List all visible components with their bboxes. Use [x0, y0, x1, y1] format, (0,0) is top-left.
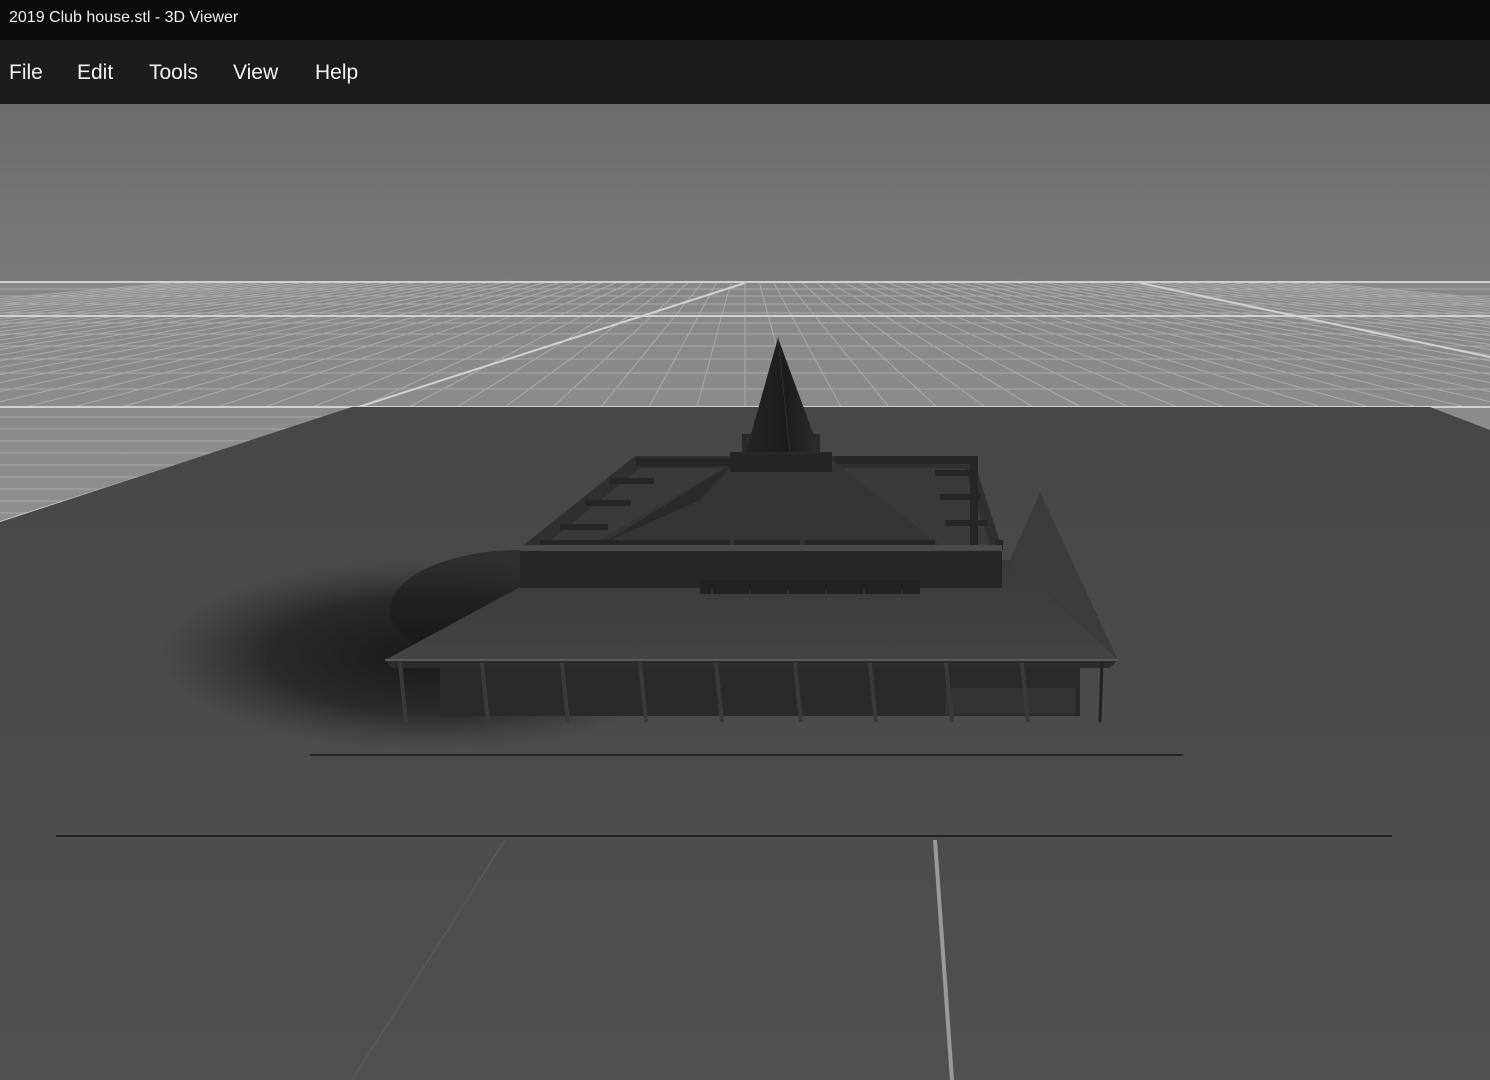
- menu-tools[interactable]: Tools: [147, 40, 200, 104]
- menu-file[interactable]: File: [7, 40, 45, 104]
- 3d-viewport[interactable]: [0, 104, 1490, 1080]
- sky-background: [0, 104, 1490, 284]
- menu-edit[interactable]: Edit: [75, 40, 115, 104]
- menu-view[interactable]: View: [231, 40, 280, 104]
- title-bar: 2019 Club house.stl - 3D Viewer: [0, 0, 1490, 40]
- menu-bar: File Edit Tools View Help: [0, 40, 1490, 104]
- window-title: 2019 Club house.stl - 3D Viewer: [9, 9, 239, 26]
- menu-help[interactable]: Help: [313, 40, 360, 104]
